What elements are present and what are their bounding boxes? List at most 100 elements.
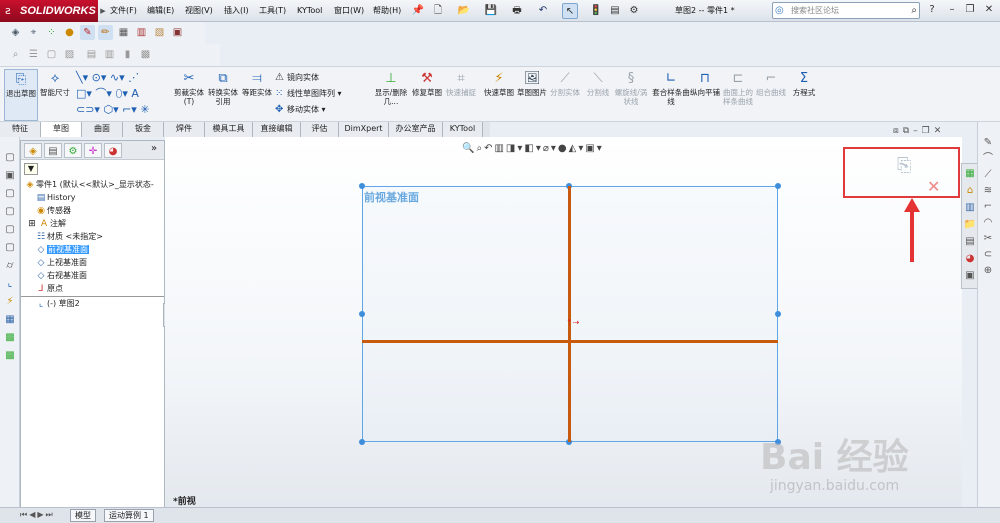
save-icon[interactable]: 💾 bbox=[483, 3, 499, 19]
menu-kytool[interactable]: KYTool bbox=[297, 0, 322, 22]
sketch-mode-icon[interactable]: ✎ bbox=[80, 25, 95, 40]
slot-icon[interactable]: ⊂⊃▾ bbox=[76, 103, 100, 116]
circle-icon[interactable]: ⊙▾ bbox=[92, 71, 107, 84]
menu-tools[interactable]: 工具(T) bbox=[259, 0, 286, 22]
section-view-button[interactable]: ⊓ 纵向平铺 bbox=[688, 69, 722, 121]
split-line-button[interactable]: ⟍ 分割线 bbox=[581, 69, 615, 121]
viewport-restore-icon[interactable]: ⧈ bbox=[893, 126, 903, 136]
select-arrow-icon[interactable]: ↖ bbox=[562, 3, 578, 19]
chart-icon[interactable]: ▮ bbox=[120, 47, 135, 62]
cube-icon[interactable]: ◈ bbox=[8, 25, 23, 40]
box-4-icon[interactable]: ▢ bbox=[3, 223, 17, 237]
tab-features[interactable]: 特征 bbox=[0, 122, 41, 137]
tree-item-top-plane[interactable]: ◇ 上视基准面 bbox=[35, 256, 87, 269]
help-icon[interactable]: ? bbox=[925, 3, 939, 17]
configuration-tab-icon[interactable]: ⚙ bbox=[64, 143, 82, 158]
tab-weldments[interactable]: 焊件 bbox=[164, 122, 205, 137]
quick-snaps-button[interactable]: ⌗ 快速捕捉 bbox=[444, 69, 478, 121]
exit-sketch-button[interactable]: ⎘ 退出草图 bbox=[4, 69, 38, 121]
pin-tool-icon[interactable]: ✎ bbox=[981, 136, 995, 150]
library-icon[interactable]: ▥ bbox=[963, 201, 977, 215]
tab-kytool[interactable]: KYTool bbox=[443, 122, 483, 137]
plane-handle[interactable] bbox=[775, 183, 781, 189]
view-palette-icon[interactable]: ▤ bbox=[963, 235, 977, 249]
menu-view[interactable]: 视图(V) bbox=[185, 0, 213, 22]
quick-sketch-icon[interactable]: ⚡ bbox=[3, 295, 17, 309]
scene-icon[interactable]: ◭▾ bbox=[569, 143, 586, 154]
tree-item-origin[interactable]: ⅃ 原点 bbox=[35, 282, 63, 295]
restore-icon[interactable]: ❐ bbox=[963, 3, 977, 17]
tab-model[interactable]: 模型 bbox=[70, 509, 96, 522]
ellipse-icon[interactable]: ⬯▾ bbox=[115, 87, 127, 100]
linear-pattern-button[interactable]: ⁙ 线性草图阵列 ▾ bbox=[275, 86, 370, 102]
table-view-icon[interactable]: ▤ bbox=[84, 47, 99, 62]
tree-item-right-plane[interactable]: ◇ 右视基准面 bbox=[35, 269, 87, 282]
tab-sketch[interactable]: 草图 bbox=[41, 122, 82, 137]
relations-icon[interactable]: ⁘ bbox=[44, 25, 59, 40]
sketch-picture-button[interactable]: 🖼 草图图片 bbox=[515, 69, 549, 121]
options-gear-icon[interactable]: ⚙ bbox=[626, 3, 642, 19]
tab-evaluate[interactable]: 评估 bbox=[301, 122, 339, 137]
fillet-icon[interactable]: ⌐▾ bbox=[122, 103, 137, 116]
tool-9-icon[interactable]: ⊕ bbox=[981, 264, 995, 278]
convert-entities-button[interactable]: ⧉ 转换实体引用 bbox=[206, 69, 240, 121]
tool-4-icon[interactable]: ≋ bbox=[981, 184, 995, 198]
zoom-area-icon[interactable]: ⌕ bbox=[476, 143, 484, 154]
property-manager-tab-icon[interactable]: ▤ bbox=[44, 143, 62, 158]
tab-office-products[interactable]: 办公室产品 bbox=[389, 122, 443, 137]
layout-icon[interactable]: ▦ bbox=[3, 313, 17, 327]
filter-icon[interactable]: ▼ bbox=[24, 163, 38, 175]
tab-dimxpert[interactable]: DimXpert bbox=[339, 122, 389, 137]
search-box[interactable]: ◎ 搜索社区论坛 ⌕ bbox=[772, 2, 920, 19]
viewport-tile-icon[interactable]: ⧉ bbox=[903, 126, 913, 136]
display-manager-tab-icon[interactable]: ◕ bbox=[104, 143, 122, 158]
composite-curve-button[interactable]: ⌐ 组合曲线 bbox=[754, 69, 788, 121]
list-icon[interactable]: ☰ bbox=[26, 47, 41, 62]
split-entities-button[interactable]: ⟋ 分割实体 bbox=[548, 69, 582, 121]
block-tool-icon[interactable]: ▩ bbox=[3, 331, 17, 345]
appearance-ball-icon[interactable]: ● bbox=[558, 143, 569, 154]
custom-properties-icon[interactable]: ▣ bbox=[963, 269, 977, 283]
appearances-icon[interactable]: ◕ bbox=[963, 252, 977, 266]
equation-button[interactable]: Σ 方程式 bbox=[787, 69, 821, 121]
tree-item-annotations[interactable]: ⊞ A 注解 bbox=[26, 217, 66, 230]
viewport-maximize-icon[interactable]: ❐ bbox=[922, 126, 934, 136]
smart-dimension-button[interactable]: ⟡ 智能尺寸 bbox=[38, 69, 72, 121]
open-folder-icon[interactable]: 📂 bbox=[456, 3, 472, 19]
pin-icon[interactable]: 📌 bbox=[410, 3, 426, 19]
grid-icon[interactable]: ▦ bbox=[116, 25, 131, 40]
tool-5-icon[interactable]: ⌐ bbox=[981, 200, 995, 214]
tree-item-sensors[interactable]: ◉ 传感器 bbox=[35, 204, 71, 217]
box-icon[interactable]: ▣ bbox=[3, 169, 17, 183]
tree-item-sketch2[interactable]: ⌞ (-) 草图2 bbox=[35, 297, 80, 310]
box-3-icon[interactable]: ▢ bbox=[3, 205, 17, 219]
arc-icon[interactable]: ⌒▾ bbox=[95, 87, 112, 100]
box-5-icon[interactable]: ▢ bbox=[3, 241, 17, 255]
helix-button[interactable]: § 螺旋线/涡状线 bbox=[614, 69, 648, 121]
rectangle-icon[interactable]: □▾ bbox=[76, 87, 92, 100]
tab-surfaces[interactable]: 曲面 bbox=[82, 122, 123, 137]
tree-root[interactable]: ◈ 零件1 (默认<<默认>_显示状态- bbox=[24, 178, 154, 191]
section-view-icon[interactable]: ▥ bbox=[494, 143, 505, 154]
zoom-to-fit-icon[interactable]: 🔍 bbox=[462, 143, 476, 154]
vertical-sketch-line[interactable] bbox=[568, 186, 571, 442]
cube-view-icon[interactable]: ▢ bbox=[3, 151, 17, 165]
panel-icon[interactable]: ▥ bbox=[102, 47, 117, 62]
tool-7-icon[interactable]: ✂ bbox=[981, 232, 995, 246]
tool-3-icon[interactable]: ⟋ bbox=[981, 168, 995, 182]
tab-direct-editing[interactable]: 直接编辑 bbox=[253, 122, 301, 137]
frame-icon[interactable]: ▣ bbox=[170, 25, 185, 40]
tool-6-icon[interactable]: ◠ bbox=[981, 216, 995, 230]
box-2-icon[interactable]: ▢ bbox=[3, 187, 17, 201]
print-icon[interactable]: 🖶 bbox=[509, 3, 525, 19]
text-icon[interactable]: A bbox=[131, 87, 139, 100]
block-icon[interactable]: ▢ bbox=[44, 47, 59, 62]
display-style-icon[interactable]: ◧▾ bbox=[524, 143, 542, 154]
minimize-icon[interactable]: – bbox=[945, 3, 959, 17]
feature-tree-tab-icon[interactable]: ◈ bbox=[24, 143, 42, 158]
trim-entities-button[interactable]: ✂ 剪裁实体(T) bbox=[172, 69, 206, 121]
tab-sheet-metal[interactable]: 钣金 bbox=[123, 122, 164, 137]
appearance-icon[interactable]: ● bbox=[62, 25, 77, 40]
menu-edit[interactable]: 编辑(E) bbox=[147, 0, 174, 22]
shaded-icon[interactable]: ▩ bbox=[138, 47, 153, 62]
